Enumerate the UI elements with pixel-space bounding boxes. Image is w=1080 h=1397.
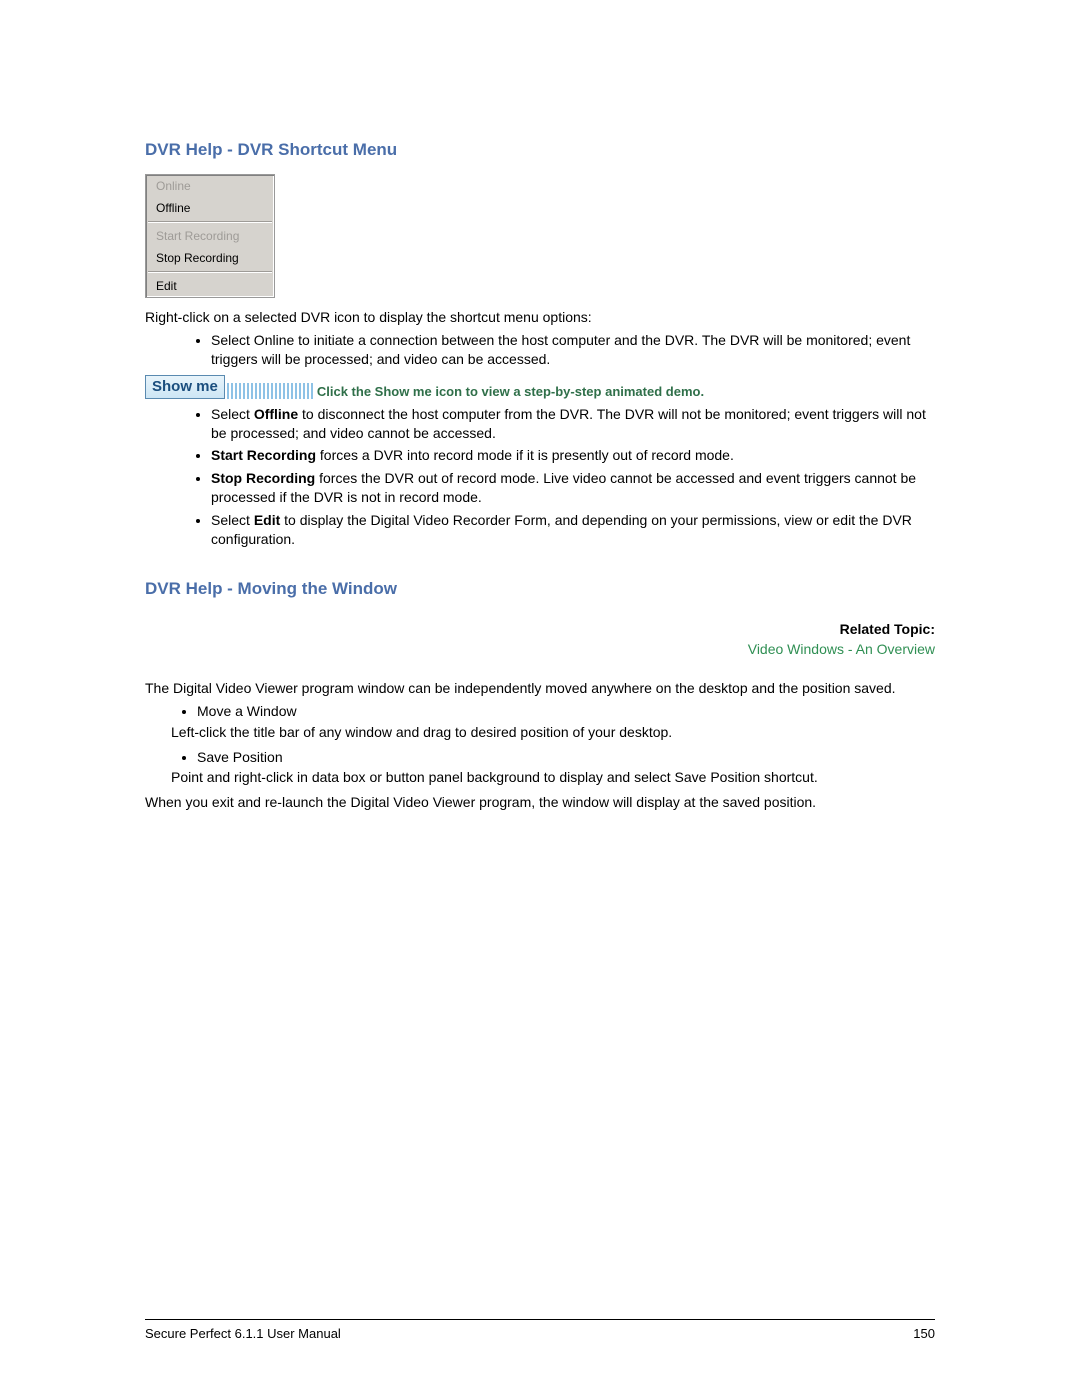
menu-item-edit: Edit xyxy=(146,275,274,297)
show-me-button[interactable]: Show me xyxy=(145,375,225,399)
list-item: Select Offline to disconnect the host co… xyxy=(211,405,935,443)
document-page: DVR Help - DVR Shortcut Menu Online Offl… xyxy=(0,0,1080,1397)
menu-separator xyxy=(148,271,272,273)
menu-separator xyxy=(148,221,272,223)
footer-manual-title: Secure Perfect 6.1.1 User Manual xyxy=(145,1326,341,1341)
bullet-list: Save Position xyxy=(145,748,935,767)
context-menu-screenshot: Online Offline Start Recording Stop Reco… xyxy=(145,174,275,298)
list-item: Save Position xyxy=(197,748,935,767)
text: to display the Digital Video Recorder Fo… xyxy=(211,512,912,547)
bullet-list: Move a Window xyxy=(145,702,935,721)
bullet-list: Select Online to initiate a connection b… xyxy=(145,331,935,369)
list-item: Select Edit to display the Digital Video… xyxy=(211,511,935,549)
paragraph: Left-click the title bar of any window a… xyxy=(145,723,935,742)
paragraph: When you exit and re-launch the Digital … xyxy=(145,793,935,812)
section-heading-shortcut-menu: DVR Help - DVR Shortcut Menu xyxy=(145,140,935,160)
paragraph: Point and right-click in data box or but… xyxy=(145,768,935,787)
list-item: Move a Window xyxy=(197,702,935,721)
list-item: Start Recording forces a DVR into record… xyxy=(211,446,935,465)
related-topic-label: Related Topic: xyxy=(840,621,935,637)
page-footer: Secure Perfect 6.1.1 User Manual 150 xyxy=(145,1319,935,1341)
related-topic-link[interactable]: Video Windows - An Overview xyxy=(145,641,935,657)
paragraph: The Digital Video Viewer program window … xyxy=(145,679,935,698)
show-me-stripes-icon xyxy=(227,383,313,399)
text: forces the DVR out of record mode. Live … xyxy=(211,470,916,505)
bold-text: Start Recording xyxy=(211,447,316,463)
bold-text: Offline xyxy=(254,406,298,422)
bold-text: Edit xyxy=(254,512,280,528)
text: to disconnect the host computer from the… xyxy=(211,406,926,441)
menu-item-offline: Offline xyxy=(146,197,274,219)
footer-page-number: 150 xyxy=(913,1326,935,1341)
text: Select xyxy=(211,406,254,422)
show-me-row: Show me Click the Show me icon to view a… xyxy=(145,375,935,399)
list-item: Stop Recording forces the DVR out of rec… xyxy=(211,469,935,507)
show-me-caption: Click the Show me icon to view a step-by… xyxy=(317,384,704,399)
related-topic-block: Related Topic: Video Windows - An Overvi… xyxy=(145,621,935,657)
section-heading-moving-window: DVR Help - Moving the Window xyxy=(145,579,935,599)
text: forces a DVR into record mode if it is p… xyxy=(316,447,734,463)
bold-text: Stop Recording xyxy=(211,470,315,486)
paragraph: Right-click on a selected DVR icon to di… xyxy=(145,308,935,327)
list-item: Select Online to initiate a connection b… xyxy=(211,331,935,369)
menu-item-online: Online xyxy=(146,175,274,197)
bullet-list: Select Offline to disconnect the host co… xyxy=(145,405,935,549)
text: Select xyxy=(211,512,254,528)
menu-item-start-recording: Start Recording xyxy=(146,225,274,247)
menu-item-stop-recording: Stop Recording xyxy=(146,247,274,269)
